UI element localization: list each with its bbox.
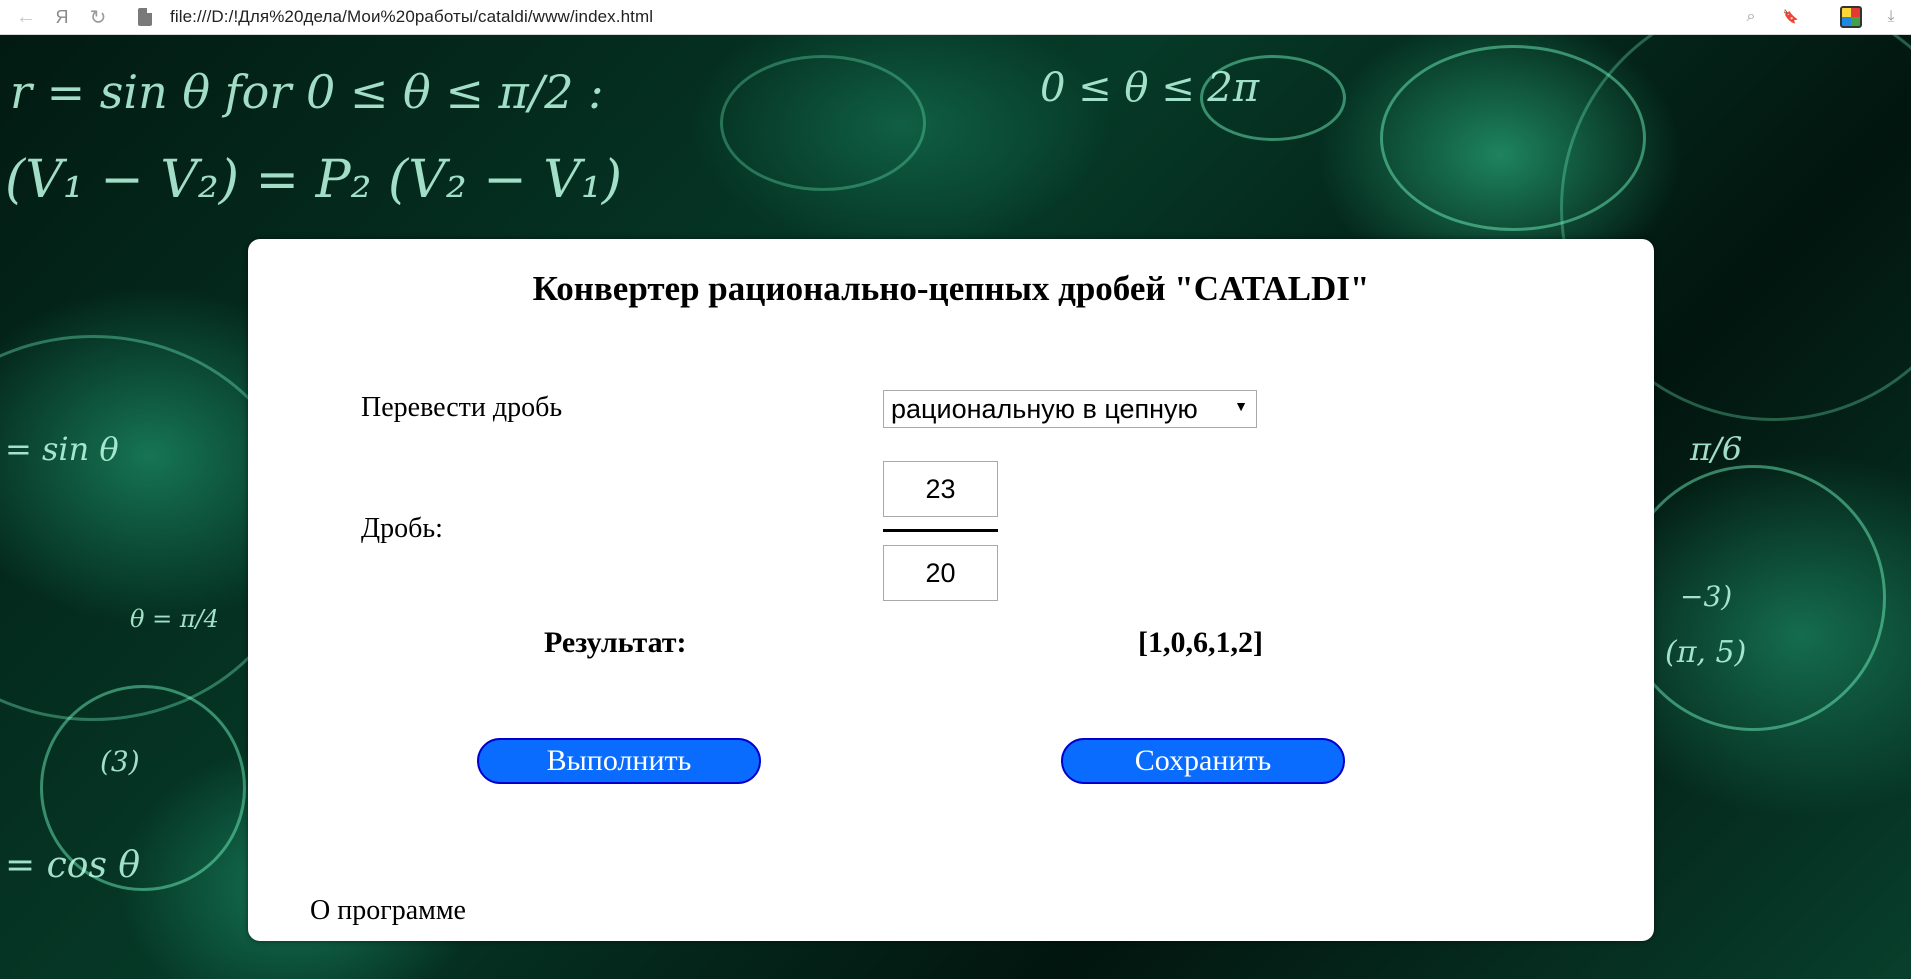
- extension-logo-icon: [1840, 6, 1862, 28]
- fraction-label: Дробь:: [361, 513, 443, 544]
- background-formula: r = sin θ for 0 ≤ θ ≤ π/2 :: [10, 65, 604, 119]
- bookmark-icon[interactable]: 🔖: [1771, 0, 1811, 35]
- conversion-mode-value: рациональную в цепную: [891, 393, 1198, 424]
- zoom-icon[interactable]: ⌕: [1731, 0, 1771, 35]
- numerator-input[interactable]: 23: [883, 461, 998, 517]
- background-ring: [1620, 465, 1886, 731]
- background-formula: = sin θ: [5, 430, 119, 468]
- background-formula: θ = π/4: [130, 605, 219, 633]
- background-formula: (π, 5): [1665, 635, 1747, 670]
- address-bar[interactable]: file:///D:/!Для%20дела/Мои%20работы/cata…: [138, 0, 1731, 35]
- background-formula: = cos θ: [5, 845, 141, 886]
- yandex-icon[interactable]: Я: [44, 0, 80, 35]
- reload-icon[interactable]: ↻: [80, 0, 116, 35]
- download-icon[interactable]: ⤓: [1871, 0, 1911, 35]
- background-formula: (3): [100, 745, 140, 778]
- background-formula: 0 ≤ θ ≤ 2π: [1040, 65, 1260, 111]
- back-arrow-icon[interactable]: ←: [8, 0, 44, 35]
- result-value: [1,0,6,1,2]: [1138, 626, 1263, 659]
- conversion-mode-select[interactable]: рациональную в цепную ▼: [883, 390, 1257, 428]
- convert-label: Перевести дробь: [361, 392, 563, 423]
- save-button[interactable]: Сохранить: [1061, 738, 1345, 784]
- page-title: Конвертер рационально-цепных дробей "CAT…: [532, 269, 1370, 308]
- result-label: Результат:: [544, 626, 687, 659]
- about-link[interactable]: О программе: [310, 895, 466, 927]
- background-ring: [720, 55, 926, 191]
- background-formula: (V₁ − V₂) = P₂ (V₂ − V₁): [5, 150, 622, 210]
- extension-icon[interactable]: [1831, 0, 1871, 35]
- chevron-down-icon: ▼: [1234, 398, 1248, 414]
- execute-button[interactable]: Выполнить: [477, 738, 761, 784]
- background-formula: −3): [1680, 580, 1733, 613]
- browser-toolbar: ← Я ↻ file:///D:/!Для%20дела/Мои%20работ…: [0, 0, 1911, 35]
- toolbar-right: ⌕ 🔖 ⤓: [1731, 0, 1911, 35]
- fraction-bar: [883, 529, 998, 532]
- background-formula: π/6: [1690, 430, 1743, 468]
- file-icon: [138, 8, 152, 26]
- denominator-input[interactable]: 20: [883, 545, 998, 601]
- url-text[interactable]: file:///D:/!Для%20дела/Мои%20работы/cata…: [170, 7, 653, 27]
- converter-panel: Конвертер рационально-цепных дробей "CAT…: [248, 239, 1654, 941]
